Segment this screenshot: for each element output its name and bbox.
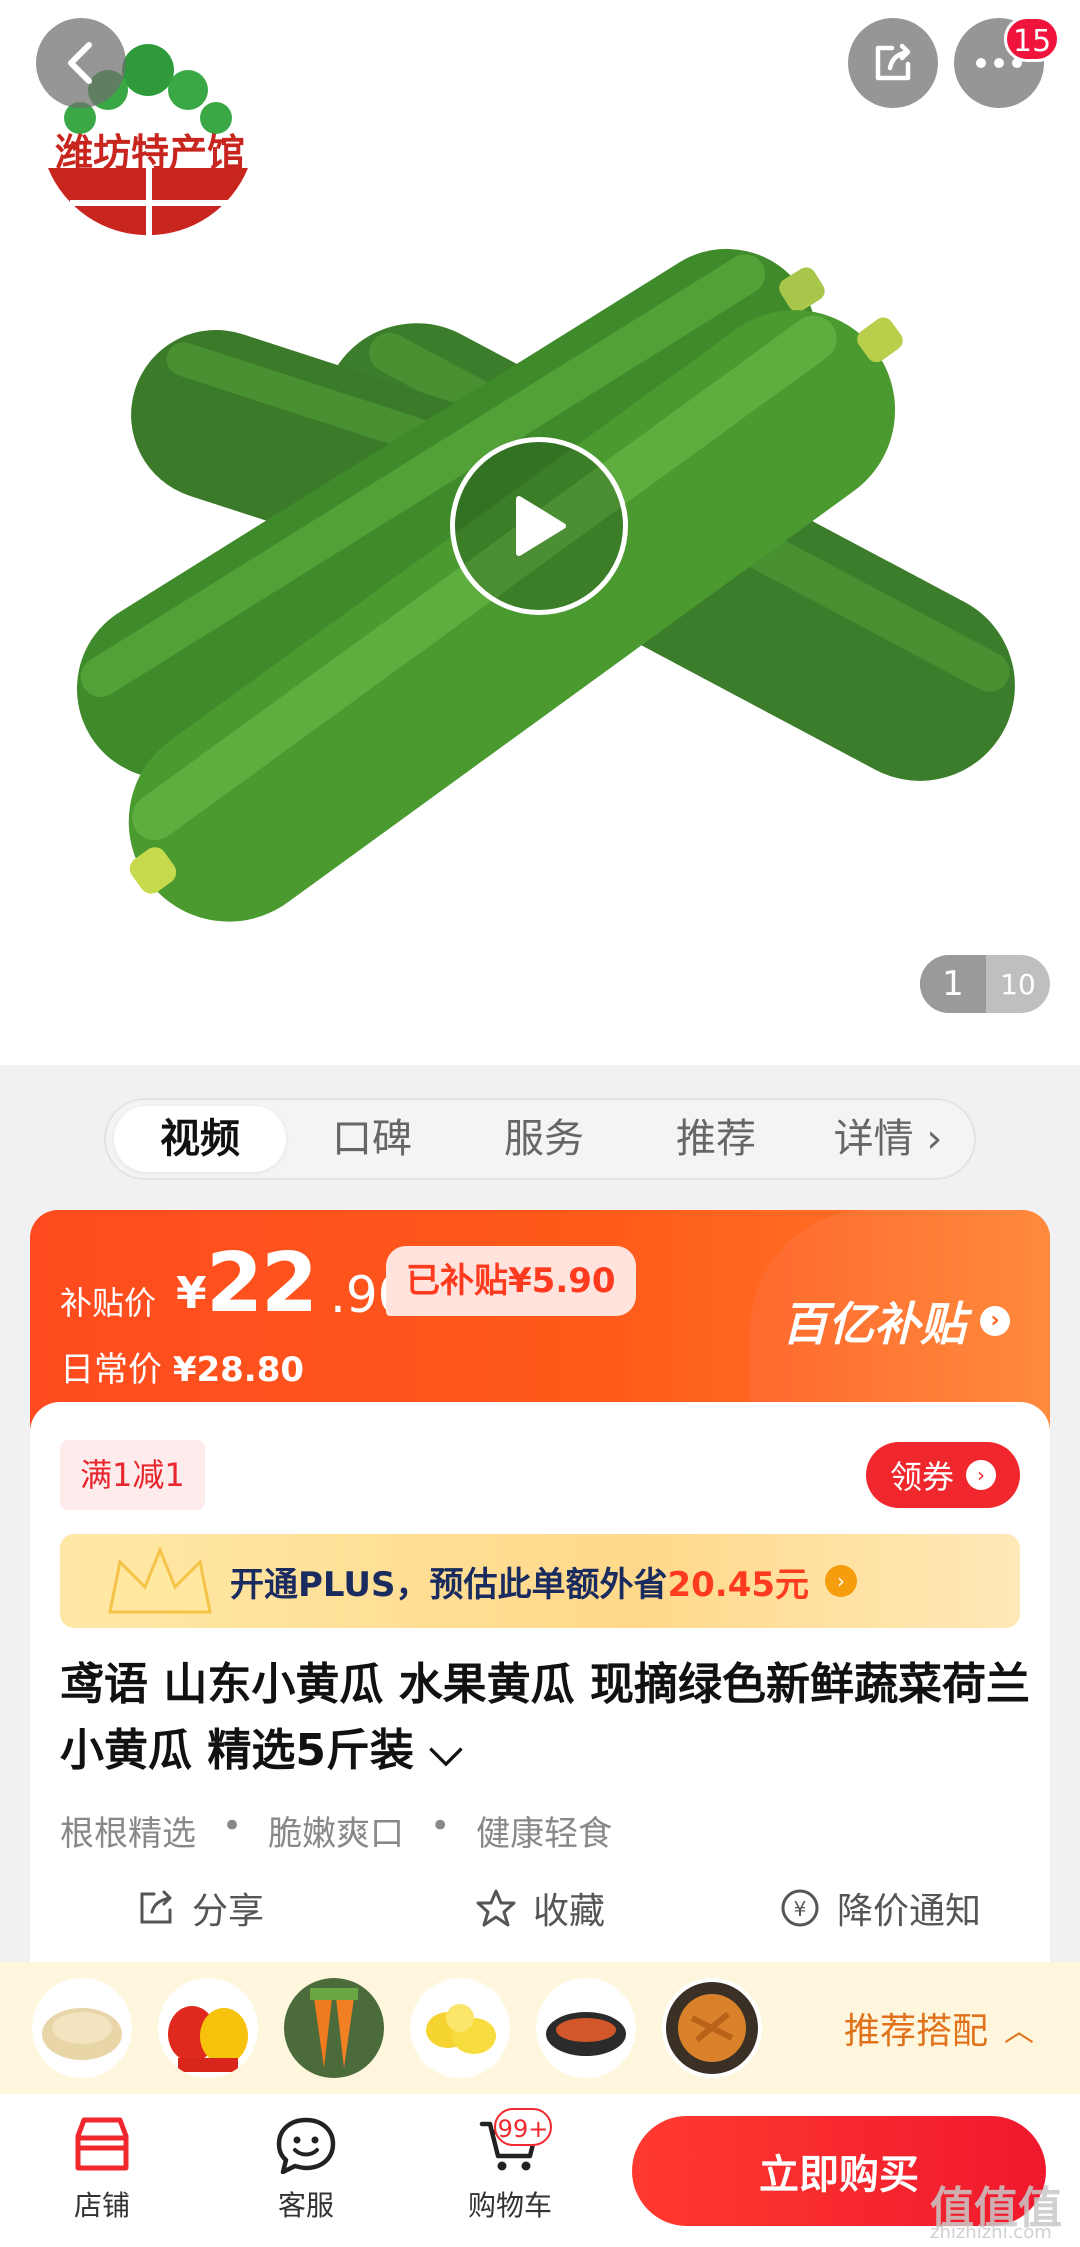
share-icon bbox=[140, 1890, 172, 1924]
recommend-combo-toggle[interactable]: 推荐搭配 ︿ bbox=[844, 2002, 1034, 2054]
crown-icon bbox=[108, 1546, 212, 1614]
chevron-right-icon: › bbox=[980, 1306, 1010, 1336]
favorite-action[interactable]: 收藏 bbox=[370, 1882, 710, 1934]
promo-tag: 满1减1 bbox=[60, 1440, 205, 1510]
pepper-thumb-image bbox=[168, 2006, 248, 2072]
currency-symbol: ¥ bbox=[176, 1268, 207, 1319]
customer-service-label: 客服 bbox=[277, 2189, 334, 2222]
back-button[interactable] bbox=[36, 18, 126, 108]
svg-text:¥: ¥ bbox=[794, 1897, 807, 1921]
image-pager: 1 10 bbox=[920, 955, 1050, 1013]
bottom-action-bar: 店铺 客服 购物车 99+ 立即购买 bbox=[0, 2094, 1080, 2247]
feature-item: 脆嫩爽口 bbox=[268, 1814, 405, 1854]
feature-item: 健康轻食 bbox=[476, 1814, 613, 1854]
share-label: 分享 bbox=[191, 1891, 264, 1932]
rec-thumb-lemon[interactable] bbox=[410, 1978, 510, 2078]
price-alert-label: 降价通知 bbox=[836, 1891, 981, 1932]
back-arrow-icon bbox=[68, 42, 92, 84]
product-image-gallery[interactable]: 潍坊特产馆 15 1 10 bbox=[0, 0, 1080, 1065]
rec-thumb-shrimp[interactable] bbox=[536, 1978, 636, 2078]
customer-service-button[interactable]: 客服 bbox=[246, 2116, 366, 2224]
subsidy-amount-chip: 已补贴¥5.90 bbox=[386, 1246, 636, 1316]
rec-thumb-pepper[interactable] bbox=[158, 1978, 258, 2078]
shrimp-thumb-image bbox=[546, 2012, 626, 2056]
tab-service[interactable]: 服务 bbox=[458, 1106, 630, 1172]
section-tabs: 视频 口碑 服务 推荐 详情 › bbox=[104, 1098, 976, 1180]
play-icon bbox=[516, 496, 566, 556]
billion-subsidy-badge[interactable]: 百亿补贴 › bbox=[782, 1288, 1010, 1354]
product-info-card: 满1减1 领券 › 开通PLUS，预估此单额外省20.45元 › 鸢语 山东小黄… bbox=[30, 1402, 1050, 1962]
product-actions: 分享 收藏 ¥ 降价通知 bbox=[30, 1882, 1050, 1934]
store-label: 店铺 bbox=[73, 2189, 130, 2222]
separator-dot: • bbox=[222, 1806, 243, 1846]
share-action[interactable]: 分享 bbox=[30, 1882, 370, 1934]
rec-thumb-carrot[interactable] bbox=[284, 1978, 384, 2078]
daily-price-value: ¥28.80 bbox=[172, 1350, 305, 1390]
share-button[interactable] bbox=[848, 18, 938, 108]
favorite-label: 收藏 bbox=[532, 1891, 605, 1932]
plus-banner-text: 开通PLUS，预估此单额外省20.45元 bbox=[230, 1557, 809, 1606]
feature-list: 根根精选 • 脆嫩爽口 • 健康轻食 bbox=[60, 1806, 612, 1855]
chevron-right-icon: › bbox=[825, 1565, 858, 1597]
rice-thumb-image bbox=[42, 2008, 122, 2060]
notification-badge: 15 bbox=[1004, 16, 1061, 62]
recommend-label: 推荐搭配 bbox=[843, 2011, 988, 2052]
watermark-site: zhizhizhi.com bbox=[930, 2222, 1052, 2243]
price-alert-icon: ¥ bbox=[781, 1889, 819, 1927]
smiley-chat-icon bbox=[276, 2117, 336, 2174]
rec-thumb-rice[interactable] bbox=[32, 1978, 132, 2078]
cart-count-badge: 99+ bbox=[494, 2108, 552, 2146]
tab-reviews[interactable]: 口碑 bbox=[286, 1106, 458, 1172]
tab-recommend[interactable]: 推荐 bbox=[630, 1106, 802, 1172]
get-coupon-button[interactable]: 领券 › bbox=[866, 1442, 1020, 1508]
recommend-strip[interactable]: 推荐搭配 ︿ bbox=[0, 1962, 1080, 2094]
cart-label: 购物车 bbox=[467, 2189, 552, 2222]
separator-dot: • bbox=[430, 1806, 451, 1846]
chevron-right-icon: › bbox=[966, 1460, 996, 1490]
share-icon bbox=[875, 43, 911, 81]
store-button[interactable]: 店铺 bbox=[42, 2116, 162, 2224]
snack-thumb-image bbox=[666, 1982, 758, 2074]
star-icon bbox=[476, 1889, 516, 1927]
chevron-up-icon: ︿ bbox=[1004, 2014, 1034, 2049]
daily-price: 日常价 ¥28.80 bbox=[60, 1342, 304, 1391]
pager-total: 10 bbox=[1000, 967, 1036, 1001]
store-icon bbox=[75, 2117, 129, 2171]
product-title[interactable]: 鸢语 山东小黄瓜 水果黄瓜 现摘绿色新鲜蔬菜荷兰小黄瓜 精选5斤装 ⌵ bbox=[60, 1652, 1030, 1784]
price-alert-action[interactable]: ¥ 降价通知 bbox=[710, 1882, 1050, 1934]
tab-details[interactable]: 详情 › bbox=[802, 1106, 974, 1172]
rec-thumb-snack[interactable] bbox=[662, 1978, 762, 2078]
tab-video[interactable]: 视频 bbox=[114, 1106, 286, 1172]
feature-item: 根根精选 bbox=[60, 1814, 196, 1854]
daily-price-label: 日常价 bbox=[60, 1350, 162, 1390]
plus-saving-amount: 20.45元 bbox=[667, 1564, 810, 1605]
lemon-thumb-image bbox=[426, 2004, 496, 2054]
pager-current: 1 bbox=[920, 955, 986, 1013]
billion-subsidy-label: 百亿补贴 bbox=[782, 1297, 966, 1351]
carrot-thumb-image bbox=[284, 1978, 384, 2078]
subsidy-price-label: 补贴价 bbox=[60, 1284, 157, 1322]
plus-membership-banner[interactable]: 开通PLUS，预估此单额外省20.45元 › bbox=[60, 1534, 1020, 1628]
plus-text-main: 开通PLUS，预估此单额外省 bbox=[230, 1564, 668, 1605]
svg-text:潍坊特产馆: 潍坊特产馆 bbox=[55, 131, 245, 175]
price-integer: 22 bbox=[206, 1236, 318, 1331]
play-video-button[interactable] bbox=[450, 437, 628, 615]
coupon-label: 领券 bbox=[889, 1458, 954, 1496]
